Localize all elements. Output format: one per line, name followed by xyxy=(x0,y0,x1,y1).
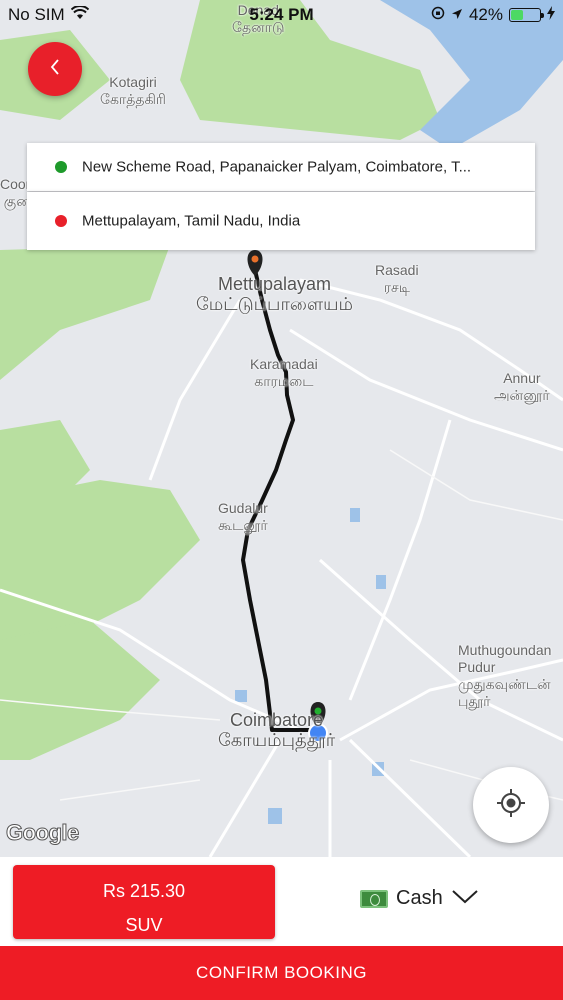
cash-icon xyxy=(360,889,388,908)
map-label-rasadi: Rasadi ரசடி xyxy=(375,262,419,295)
payment-method-label: Cash xyxy=(396,887,443,909)
fare-amount: Rs 215.30 xyxy=(102,881,186,901)
battery-percent: 42% xyxy=(468,5,503,24)
drop-dot-icon xyxy=(55,215,67,227)
chevron-left-icon xyxy=(49,56,61,82)
pickup-address-field[interactable]: New Scheme Road, Papanaicker Palyam, Coi… xyxy=(27,143,535,191)
map-label-muthugoundan: Muthugoundan Pudur முதுகவுண்டன் புதூர் xyxy=(458,642,552,709)
map-label-karamadai: Karamadai காரமடை xyxy=(250,356,318,389)
chevron-down-icon xyxy=(451,887,479,910)
map-view[interactable]: Denad தேனாடு Kotagiri கோத்தகிரி Coon குன Me… xyxy=(0,0,563,857)
payment-method-selector[interactable]: Cash xyxy=(360,887,479,910)
charging-icon xyxy=(547,5,555,25)
google-attribution: Google xyxy=(6,820,80,846)
drop-address: Mettupalayam, Tamil Nadu, India xyxy=(82,212,301,230)
fare-vehicle-button[interactable]: Rs 215.30 SUV xyxy=(13,865,275,939)
location-arrow-icon xyxy=(451,5,463,25)
map-label-kotagiri: Kotagiri கோத்தகிரி xyxy=(100,74,166,107)
pickup-address: New Scheme Road, Papanaicker Palyam, Coi… xyxy=(82,158,472,176)
my-location-button[interactable] xyxy=(473,767,549,843)
map-label-gudalur: Gudalur கூடலூர் xyxy=(218,500,268,533)
map-label-annur: Annur அன்னூர் xyxy=(494,370,550,403)
battery-icon xyxy=(509,8,544,22)
drop-address-field[interactable]: Mettupalayam, Tamil Nadu, India xyxy=(27,192,535,250)
status-bar: No SIM 5:24 PM 42% xyxy=(0,0,563,30)
pickup-dot-icon xyxy=(55,161,67,173)
map-label-mettupalayam: Mettupalayam மேட்டுப்பாளையம் xyxy=(196,274,354,314)
crosshair-icon xyxy=(496,788,526,823)
map-label-coimbatore: Coimbatore கோயம்புத்தூர் xyxy=(218,710,336,750)
back-button[interactable] xyxy=(28,42,82,96)
vehicle-type: SUV xyxy=(125,915,163,935)
orientation-lock-icon xyxy=(431,5,445,25)
confirm-booking-button[interactable]: CONFIRM BOOKING xyxy=(0,946,563,1000)
